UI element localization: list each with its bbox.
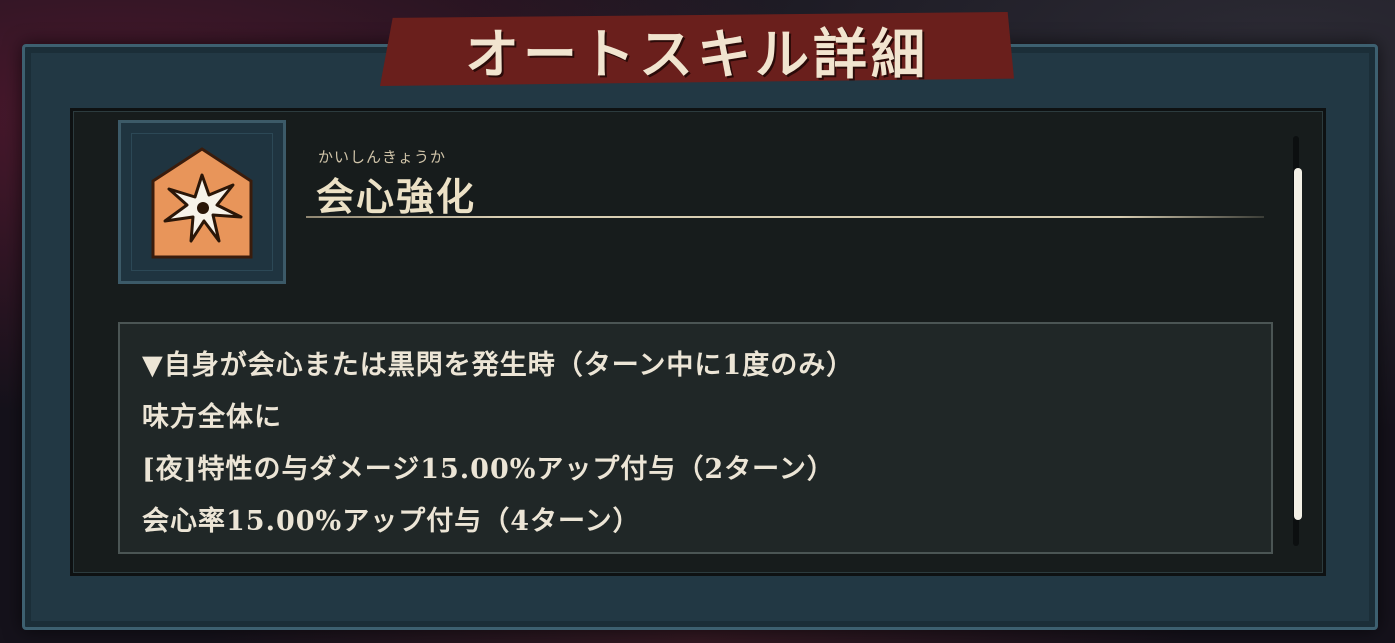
skill-name-ruby: かいしんきょうか	[318, 148, 447, 166]
crit-burst-icon	[151, 147, 253, 259]
dialog-title: オートスキル詳細	[465, 21, 929, 86]
scrollbar-thumb[interactable]	[1294, 168, 1302, 520]
skill-name: 会心強化	[316, 174, 477, 219]
title-banner: オートスキル詳細	[380, 12, 1014, 86]
skill-icon-frame	[118, 120, 286, 284]
description-line: 味方全体に	[142, 402, 282, 433]
description-line: [夜]特性の与ダメージ15.00%アップ付与（2ターン）	[142, 454, 835, 485]
description-line: ▼自身が会心または黒閃を発生時（ターン中に1度のみ）	[142, 350, 855, 381]
skill-detail-screen: オートスキル詳細 かいしんきょうか 会心強化 ▼自身が会心または黒閃を発生時（タ…	[0, 0, 1395, 643]
skill-description[interactable]: ▼自身が会心または黒閃を発生時（ターン中に1度のみ） 味方全体に [夜]特性の与…	[118, 322, 1273, 554]
divider	[306, 216, 1264, 218]
description-line: 会心率15.00%アップ付与（4ターン）	[142, 506, 641, 537]
